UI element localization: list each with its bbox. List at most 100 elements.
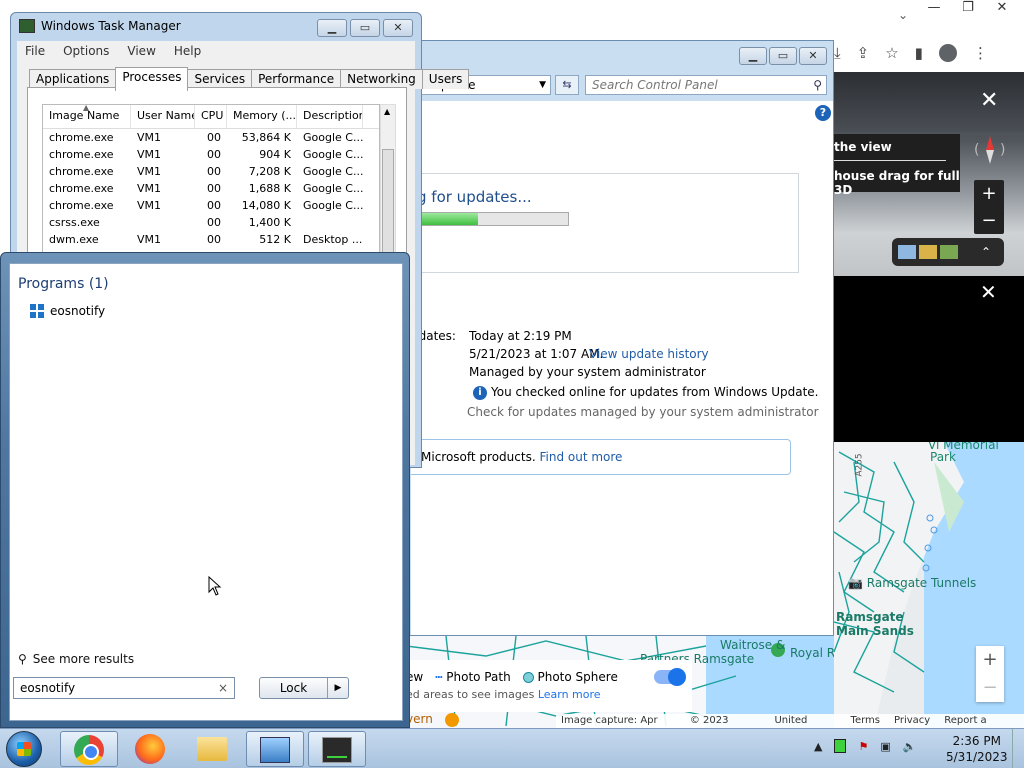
lock-button[interactable]: Lock ▶	[259, 677, 349, 699]
view-update-history-link[interactable]: View update history	[589, 347, 709, 361]
search-icon[interactable]: ⚲	[813, 76, 822, 94]
action-center-icon[interactable]: ⚑	[858, 740, 868, 753]
menu-help[interactable]: Help	[174, 41, 201, 61]
download-icon[interactable]: ⤓	[834, 44, 841, 62]
sort-arrow-icon: ▲	[83, 105, 90, 112]
volume-icon[interactable]: 🔈	[903, 740, 917, 753]
process-row[interactable]: chrome.exe VM1 00 7,208 K Google C...	[43, 163, 379, 180]
terms-link[interactable]: Terms	[851, 714, 880, 728]
learn-more-link[interactable]: Learn more	[538, 688, 601, 701]
scroll-thumb[interactable]	[382, 149, 394, 253]
tray-taskmgr-icon[interactable]	[834, 739, 847, 753]
clock[interactable]: 2:36 PM 5/31/2023	[946, 733, 1008, 765]
show-hidden-icons-icon[interactable]: ▲	[814, 740, 822, 753]
share-icon[interactable]: ⇪	[857, 44, 870, 62]
process-cell: 7,208 K	[248, 165, 291, 178]
start-button[interactable]	[6, 731, 42, 767]
tunnels-text: Ramsgate Tunnels	[866, 576, 977, 590]
thumbnail-3[interactable]	[940, 245, 958, 259]
show-desktop-button[interactable]	[1012, 729, 1024, 768]
tm-minimize-button[interactable]: ▁	[317, 19, 347, 37]
lock-label[interactable]: Lock	[260, 678, 328, 698]
tab-processes[interactable]: Processes	[115, 67, 189, 91]
report-problem-link[interactable]: Report a problem	[944, 714, 1024, 740]
tab-networking[interactable]: Networking	[340, 69, 423, 89]
thumbnail-1[interactable]	[898, 245, 916, 259]
refresh-button[interactable]: ⇆	[555, 75, 579, 95]
wu-close-button[interactable]: ✕	[799, 47, 827, 65]
process-cell: 512 K	[259, 233, 291, 246]
wu-address-bar: s Update ▼ ⇆ Search Control Panel ⚲	[405, 73, 835, 97]
taskbar-control-panel[interactable]	[246, 731, 304, 767]
process-cell: csrss.exe	[49, 216, 100, 229]
tab-services[interactable]: Services	[187, 69, 253, 89]
compass-icon[interactable]: ( )	[972, 134, 1008, 166]
col-description[interactable]: Description	[297, 105, 363, 128]
breadcrumb-dropdown-icon[interactable]: ▼	[539, 76, 546, 94]
menu-file[interactable]: File	[25, 41, 45, 61]
sidebar-icon[interactable]: ▮	[915, 44, 923, 62]
find-out-more-link[interactable]: Find out more	[539, 450, 622, 464]
menu-view[interactable]: View	[127, 41, 155, 61]
wu-maximize-button[interactable]: ▭	[769, 47, 797, 65]
menu-icon[interactable]: ⋮	[973, 44, 988, 62]
chrome-restore-button[interactable]: ❐	[960, 0, 976, 16]
chrome-close-button[interactable]: ✕	[994, 0, 1010, 16]
taskbar-task-manager[interactable]	[308, 731, 366, 767]
taskbar-chrome[interactable]	[60, 731, 118, 767]
tm-maximize-button[interactable]: ▭	[350, 19, 380, 37]
clear-search-icon[interactable]: ×	[218, 678, 228, 698]
map-zoom-in-button[interactable]: +	[976, 646, 1004, 674]
privacy-link[interactable]: Privacy	[894, 714, 930, 728]
start-search-input[interactable]: eosnotify ×	[13, 677, 235, 699]
process-row[interactable]: chrome.exe VM1 00 14,080 K Google C...	[43, 197, 379, 214]
col-user-name[interactable]: User Name	[131, 105, 195, 128]
tm-close-button[interactable]: ✕	[383, 19, 413, 37]
process-row[interactable]: chrome.exe VM1 00 904 K Google C...	[43, 146, 379, 163]
star-icon[interactable]: ☆	[885, 44, 898, 62]
see-more-results-link[interactable]: ⚲ See more results	[18, 652, 134, 666]
process-scrollbar[interactable]: ▲	[380, 104, 396, 254]
street-view-panorama[interactable]: the view house drag for full 3D ✕ ( ) + …	[834, 72, 1024, 302]
windows-logo-icon	[30, 304, 44, 318]
col-cpu[interactable]: CPU	[195, 105, 227, 128]
help-icon[interactable]: ?	[815, 105, 831, 121]
photo-thumbnails-strip[interactable]: ⌃	[892, 238, 1004, 266]
process-row[interactable]: dwm.exe VM1 00 512 K Desktop ...	[43, 231, 379, 248]
shutdown-options-arrow-icon[interactable]: ▶	[328, 678, 348, 698]
process-row[interactable]: csrss.exe 00 1,400 K	[43, 214, 379, 231]
menu-options[interactable]: Options	[63, 41, 109, 61]
tab-applications[interactable]: Applications	[29, 69, 117, 89]
map-zoom-out-button[interactable]: −	[976, 674, 1004, 702]
tm-window-controls: ▁ ▭ ✕	[317, 19, 413, 37]
profile-icon[interactable]	[938, 44, 957, 62]
thumbnail-2[interactable]	[919, 245, 937, 259]
check-managed-link[interactable]: Check for updates managed by your system…	[467, 405, 819, 419]
process-row[interactable]: chrome.exe VM1 00 1,688 K Google C...	[43, 180, 379, 197]
col-memory[interactable]: Memory (...	[227, 105, 297, 128]
process-cell: Google C...	[303, 182, 363, 195]
map-label-tunnels[interactable]: 📷 Ramsgate Tunnels	[848, 576, 976, 590]
program-result-eosnotify[interactable]: eosnotify	[30, 304, 105, 318]
overlay-close-icon[interactable]: ✕	[980, 280, 997, 304]
chrome-minimize-button[interactable]: —	[926, 0, 942, 16]
legend-photo-sphere-label: Photo Sphere	[537, 670, 618, 684]
tab-users[interactable]: Users	[421, 69, 470, 89]
process-row[interactable]: chrome.exe VM1 00 53,864 K Google C...	[43, 129, 379, 146]
col-image-name[interactable]: ▲ Image Name	[43, 105, 131, 128]
zoom-in-button[interactable]: +	[974, 180, 1004, 207]
taskbar-firefox[interactable]	[122, 731, 180, 767]
network-icon[interactable]: ▣	[880, 740, 890, 753]
street-view-close-icon[interactable]: ✕	[980, 90, 998, 112]
chrome-window-controls: — ❐ ✕	[926, 0, 1010, 16]
scroll-up-icon[interactable]: ▲	[384, 107, 390, 116]
street-view-layer-toggle[interactable]	[654, 668, 686, 686]
zoom-out-button[interactable]: −	[974, 207, 1004, 234]
expand-chevron-icon[interactable]: ⌃	[981, 245, 991, 259]
tab-search-chevron-icon[interactable]: ⌄	[898, 8, 908, 22]
wu-minimize-button[interactable]: ▁	[739, 47, 767, 65]
search-control-panel-input[interactable]: Search Control Panel ⚲	[585, 75, 827, 95]
tab-performance[interactable]: Performance	[251, 69, 342, 89]
country-link[interactable]: United States	[774, 714, 836, 740]
taskbar-explorer[interactable]	[184, 731, 242, 767]
